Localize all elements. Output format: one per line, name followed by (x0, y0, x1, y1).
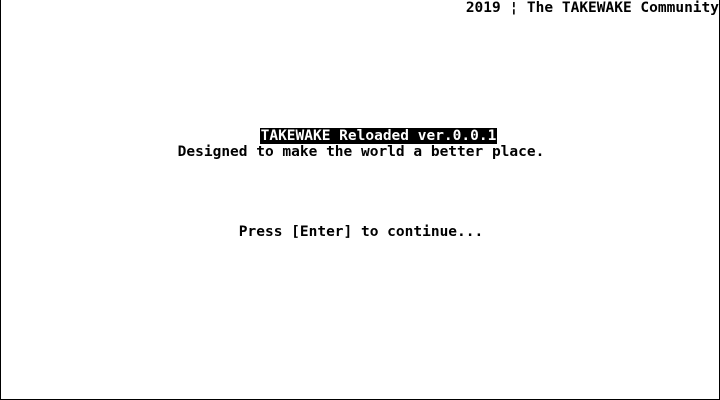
continue-prompt[interactable]: Press [Enter] to continue... (1, 224, 720, 240)
app-title: TAKEWAKE Reloaded ver.0.0.1 (259, 128, 498, 144)
console-screen: 2019 ¦ The TAKEWAKE Community TAKEWAKE R… (0, 0, 720, 400)
title-row: TAKEWAKE Reloaded ver.0.0.1 (1, 112, 720, 144)
copyright-notice: 2019 ¦ The TAKEWAKE Community (465, 0, 719, 16)
tagline: Designed to make the world a better plac… (177, 144, 545, 160)
